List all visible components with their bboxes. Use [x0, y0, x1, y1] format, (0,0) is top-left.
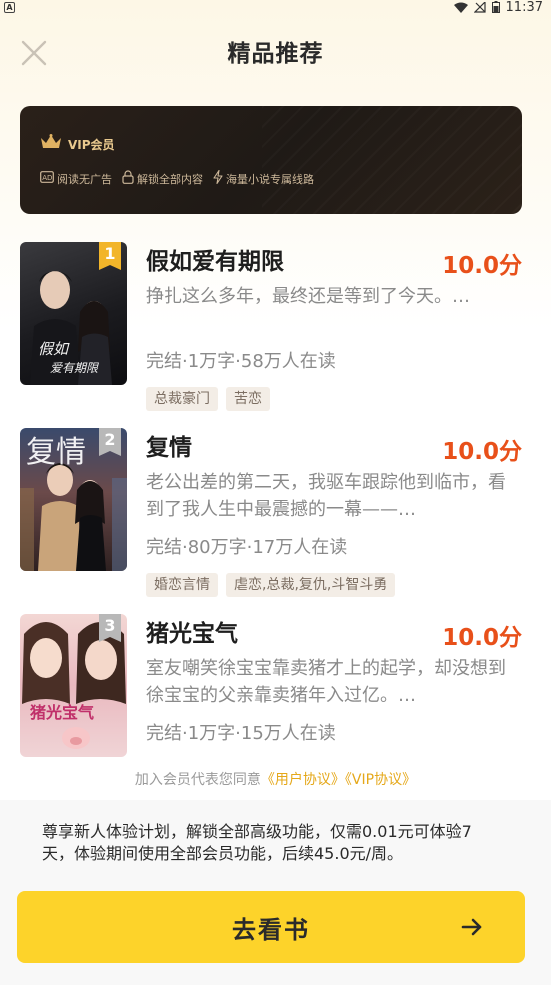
book-cover[interactable]: 猪光宝气 3 — [20, 614, 127, 757]
perk-no-ads: AD 阅读无广告 — [40, 171, 112, 187]
book-meta: 完结·1万字·58万人在读 — [146, 351, 336, 372]
book-tag: 总裁豪门 — [146, 387, 218, 411]
book-item[interactable]: 假如 爱有期限 1 假如爱有期限 10.0分 挣扎这么多年，最终还是等到了今天。… — [20, 242, 530, 412]
svg-text:猪光宝气: 猪光宝气 — [29, 703, 94, 722]
book-tag: 婚恋言情 — [146, 573, 218, 597]
signal-off-icon — [473, 1, 486, 13]
crown-icon — [40, 134, 62, 154]
book-tag: 苦恋 — [226, 387, 270, 411]
book-cover[interactable]: 复情 2 — [20, 428, 127, 571]
svg-text:AD: AD — [42, 174, 52, 182]
battery-icon — [491, 1, 500, 13]
user-agreement-link[interactable]: 《用户协议》 — [261, 772, 345, 788]
book-item[interactable]: 猪光宝气 3 猪光宝气 10.0分 室友嘲笑徐宝宝靠卖猪才上的起学，却没想到徐宝… — [20, 614, 530, 784]
go-read-label: 去看书 — [232, 915, 310, 944]
svg-text:假如: 假如 — [38, 340, 70, 358]
book-description: 老公出差的第二天，我驱车跟踪他到临市，看到了我人生中最震撼的一幕——… — [146, 472, 506, 520]
vip-agreement-link[interactable]: 《VIP协议》 — [345, 772, 416, 788]
book-tag: 虐恋,总裁,复仇,斗智斗勇 — [226, 573, 396, 597]
book-meta: 完结·80万字·17万人在读 — [146, 537, 348, 558]
svg-text:复情: 复情 — [26, 435, 86, 470]
book-description: 挣扎这么多年，最终还是等到了今天。… — [146, 286, 470, 307]
ad-icon: AD — [40, 171, 54, 186]
vip-card[interactable]: VIP会员 AD 阅读无广告 解锁全部内容 海量小说专属线路 — [20, 106, 522, 214]
page-title: 精品推荐 — [227, 41, 324, 67]
a-icon: A — [4, 1, 15, 13]
lightning-icon — [213, 169, 223, 187]
agreement-prefix: 加入会员代表您同意 — [134, 772, 261, 788]
perk-unlock: 解锁全部内容 — [122, 170, 203, 187]
perk-label: 海量小说专属线路 — [226, 172, 314, 186]
perk-label: 阅读无广告 — [57, 172, 112, 186]
book-title: 复情 — [146, 435, 192, 461]
tag-list: 婚恋言情 虐恋,总裁,复仇,斗智斗勇 — [146, 573, 396, 597]
book-item[interactable]: 复情 2 复情 10.0分 老公出差的第二天，我驱车跟踪他到临市，看到了我人生中… — [20, 428, 530, 598]
go-read-button[interactable]: 去看书 — [17, 891, 525, 963]
lock-icon — [122, 170, 134, 187]
perk-exclusive-line: 海量小说专属线路 — [213, 169, 314, 187]
status-bar: A 11:37 — [0, 0, 551, 15]
tag-list: 总裁豪门 苦恋 — [146, 387, 270, 411]
vip-title: VIP会员 — [68, 137, 115, 152]
book-score: 10.0分 — [442, 253, 522, 279]
book-score: 10.0分 — [442, 439, 522, 465]
book-description: 室友嘲笑徐宝宝靠卖猪才上的起学，却没想到徐宝宝的父亲靠卖猪年入过亿。… — [146, 658, 506, 706]
book-cover[interactable]: 假如 爱有期限 1 — [20, 242, 127, 385]
offer-text: 尊享新人体验计划，解锁全部高级功能，仅需0.01元可体验7天，体验期间使用全部会… — [42, 822, 472, 863]
arrow-right-icon — [461, 917, 483, 941]
status-time: 11:37 — [505, 0, 543, 15]
agreement-text: 加入会员代表您同意《用户协议》《VIP协议》 — [0, 769, 551, 789]
book-score: 10.0分 — [442, 625, 522, 651]
wifi-icon — [453, 2, 468, 13]
book-title: 猪光宝气 — [146, 621, 238, 647]
svg-text:爱有期限: 爱有期限 — [50, 361, 99, 375]
perk-label: 解锁全部内容 — [137, 172, 203, 186]
book-title: 假如爱有期限 — [146, 249, 284, 275]
book-meta: 完结·1万字·15万人在读 — [146, 723, 336, 744]
